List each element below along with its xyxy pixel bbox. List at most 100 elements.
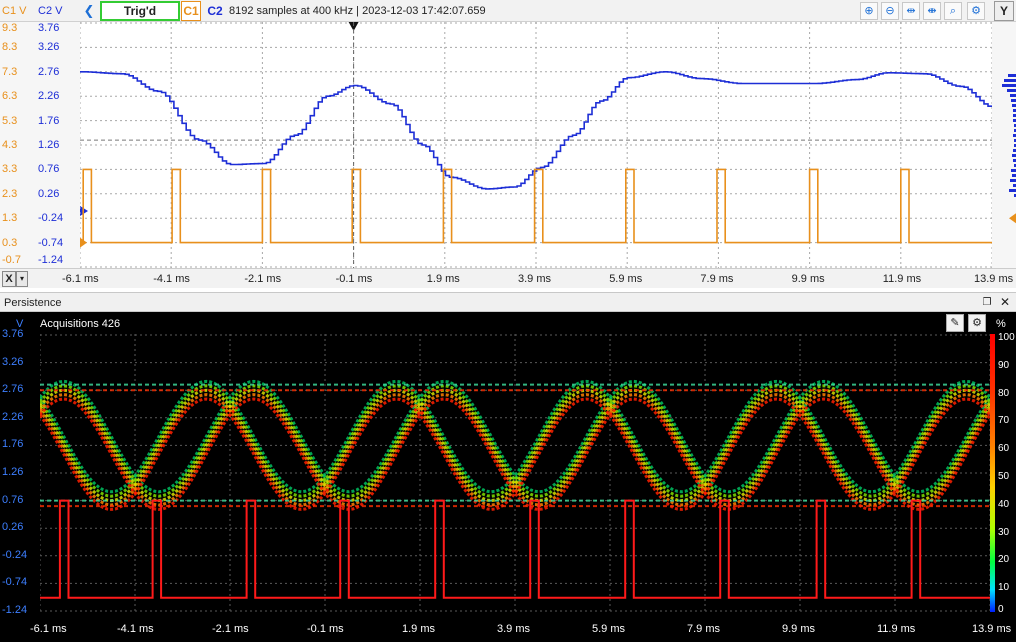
c2-tick-label: 2.26	[38, 90, 60, 103]
c1-tick-label: 5.3	[2, 114, 18, 127]
persistence-y-tick-label: 2.26	[2, 410, 24, 423]
c2-tick-label: -1.24	[38, 254, 64, 266]
settings-icon[interactable]: ⚙	[967, 2, 985, 20]
restore-window-icon[interactable]: ❐	[980, 296, 994, 310]
persistence-y-tick-label: 0.26	[2, 521, 24, 534]
persistence-x-tick-label: -6.1 ms	[30, 623, 67, 635]
persistence-x-axis: -6.1 ms -4.1 ms -2.1 ms -0.1 ms 1.9 ms 3.9 ms…	[0, 619, 1016, 642]
persistence-y-tick-label: -1.24	[2, 604, 28, 616]
c2-channel-button[interactable]: C2	[204, 1, 226, 21]
colorbar-tick-label: 20	[998, 554, 1010, 566]
colorbar-tick-label: 50	[998, 471, 1010, 482]
c2-tick-label: 3.76	[38, 22, 60, 34]
persistence-x-tick-label: 3.9 ms	[497, 623, 531, 635]
upper-x-tick-label: -4.1 ms	[153, 273, 190, 285]
c1-tick-label: 0.3	[2, 236, 18, 249]
histogram-bar	[1002, 84, 1016, 87]
c1-tick-label: 3.3	[2, 163, 18, 176]
histogram-bar	[1007, 89, 1016, 92]
histogram-bar	[1011, 99, 1016, 102]
upper-x-tick-label: -6.1 ms	[62, 273, 99, 285]
c1-axis-unit: C1 V	[2, 5, 27, 17]
c2-tick-label: 1.26	[38, 139, 60, 151]
upper-x-tick-label: 1.9 ms	[426, 273, 460, 285]
x-axis-button[interactable]: X	[2, 271, 16, 287]
histogram-bar	[1010, 94, 1016, 97]
upper-x-tick-label: 5.9 ms	[609, 273, 643, 285]
c1-level-marker-icon	[1009, 213, 1016, 224]
clear-persistence-icon[interactable]: ✎	[946, 314, 964, 332]
c1-tick-label: 4.3	[2, 139, 18, 151]
persistence-x-tick-label: 7.9 ms	[687, 623, 721, 635]
persistence-y-tick-label: 1.76	[2, 438, 24, 451]
persistence-y-tick-label: -0.74	[2, 576, 28, 589]
persistence-x-tick-label: 13.9 ms	[972, 623, 1012, 635]
top-toolbar: C1 V C2 V ❮ Trig'd C1 C2 8192 samples at…	[0, 0, 1016, 22]
histogram-bar	[1004, 79, 1016, 82]
persistence-y-tick-label: 3.26	[2, 355, 24, 368]
persistence-x-tick-label: 1.9 ms	[402, 623, 436, 635]
c1-tick-label: 1.3	[2, 212, 18, 225]
upper-x-tick-label: 9.9 ms	[791, 273, 825, 285]
colorbar-tick-label: 90	[998, 359, 1010, 371]
persistence-title: Persistence	[4, 297, 62, 309]
zoom-fit-icon[interactable]: ⌕	[944, 2, 962, 20]
c1-tick-label: 9.3	[2, 22, 18, 34]
persistence-plot[interactable]	[40, 334, 990, 612]
persistence-y-tick-label: 2.76	[2, 383, 24, 396]
colorbar-tick-label: 0	[998, 604, 1004, 615]
colorbar-tick-label: 30	[998, 526, 1010, 538]
horizontal-zoom-out-icon[interactable]: ⇼	[923, 2, 941, 20]
persistence-x-tick-label: -0.1 ms	[307, 623, 344, 635]
persistence-header: Persistence ❐ ✕	[0, 292, 1016, 312]
histogram-bar	[1012, 154, 1016, 157]
c2-tick-label: -0.74	[38, 236, 64, 249]
c2-tick-label: 0.26	[38, 187, 60, 200]
histogram-bar	[1009, 189, 1016, 192]
c2-tick-label: -0.24	[38, 212, 64, 225]
c2-axis-unit: C2 V	[38, 5, 63, 17]
x-axis-dropdown-icon[interactable]: ▾	[16, 271, 28, 287]
persistence-settings-icon[interactable]: ⚙	[968, 314, 986, 332]
upper-x-tick-label: 3.9 ms	[518, 273, 552, 285]
histogram-bar	[1012, 104, 1016, 107]
c1-tick-label: 8.3	[2, 41, 18, 54]
percent-unit: %	[996, 318, 1006, 330]
persistence-y-tick-label: 0.76	[2, 493, 24, 506]
y-axis-button[interactable]: Y	[994, 1, 1014, 21]
trigger-status[interactable]: Trig'd	[100, 1, 180, 21]
c1-channel-button[interactable]: C1	[181, 1, 201, 21]
persistence-x-tick-label: 11.9 ms	[877, 623, 916, 635]
sample-info: 8192 samples at 400 kHz | 2023-12-03 17:…	[229, 5, 486, 17]
persistence-y-tick-label: 1.26	[2, 466, 24, 478]
colorbar-tick-label: 60	[998, 443, 1010, 455]
back-arrow-icon[interactable]: ❮	[82, 3, 96, 19]
close-icon[interactable]: ✕	[998, 295, 1012, 309]
histogram-bar	[1012, 174, 1016, 177]
c2-tick-label: 1.76	[38, 114, 60, 127]
colorbar-tick-label: 100	[998, 332, 1015, 343]
persistence-y-tick-label: -0.24	[2, 548, 28, 561]
upper-plot[interactable]	[80, 22, 992, 268]
c2-trace	[80, 71, 992, 190]
zoom-in-icon[interactable]: ⊕	[860, 2, 878, 20]
c2-tick-label: 2.76	[38, 65, 60, 78]
c2-tick-label: 0.76	[38, 163, 60, 176]
persistence-x-tick-label: -4.1 ms	[117, 623, 154, 635]
colorbar-tick-label: 80	[998, 387, 1010, 399]
horizontal-zoom-icon[interactable]: ⇹	[902, 2, 920, 20]
c2-tick-label: 3.26	[38, 41, 60, 54]
upper-x-tick-label: 11.9 ms	[882, 273, 922, 285]
colorbar-tick-label: 70	[998, 415, 1010, 427]
persistence-x-tick-label: -2.1 ms	[212, 623, 249, 635]
upper-x-tick-label: 13.9 ms	[974, 273, 1014, 285]
persistence-y-tick-label: 3.76	[2, 328, 24, 340]
histogram-bar	[1008, 74, 1016, 77]
histogram-bar	[1011, 169, 1016, 172]
level-histogram	[1002, 74, 1016, 224]
zoom-out-icon[interactable]: ⊖	[881, 2, 899, 20]
c1-tick-label: 2.3	[2, 187, 18, 200]
persistence-panel: V Acquisitions 426 ✎ ⚙ % -6.1 ms -4.1 ms -…	[0, 312, 1016, 642]
persistence-colorbar	[990, 334, 995, 612]
histogram-bar	[1010, 179, 1016, 182]
